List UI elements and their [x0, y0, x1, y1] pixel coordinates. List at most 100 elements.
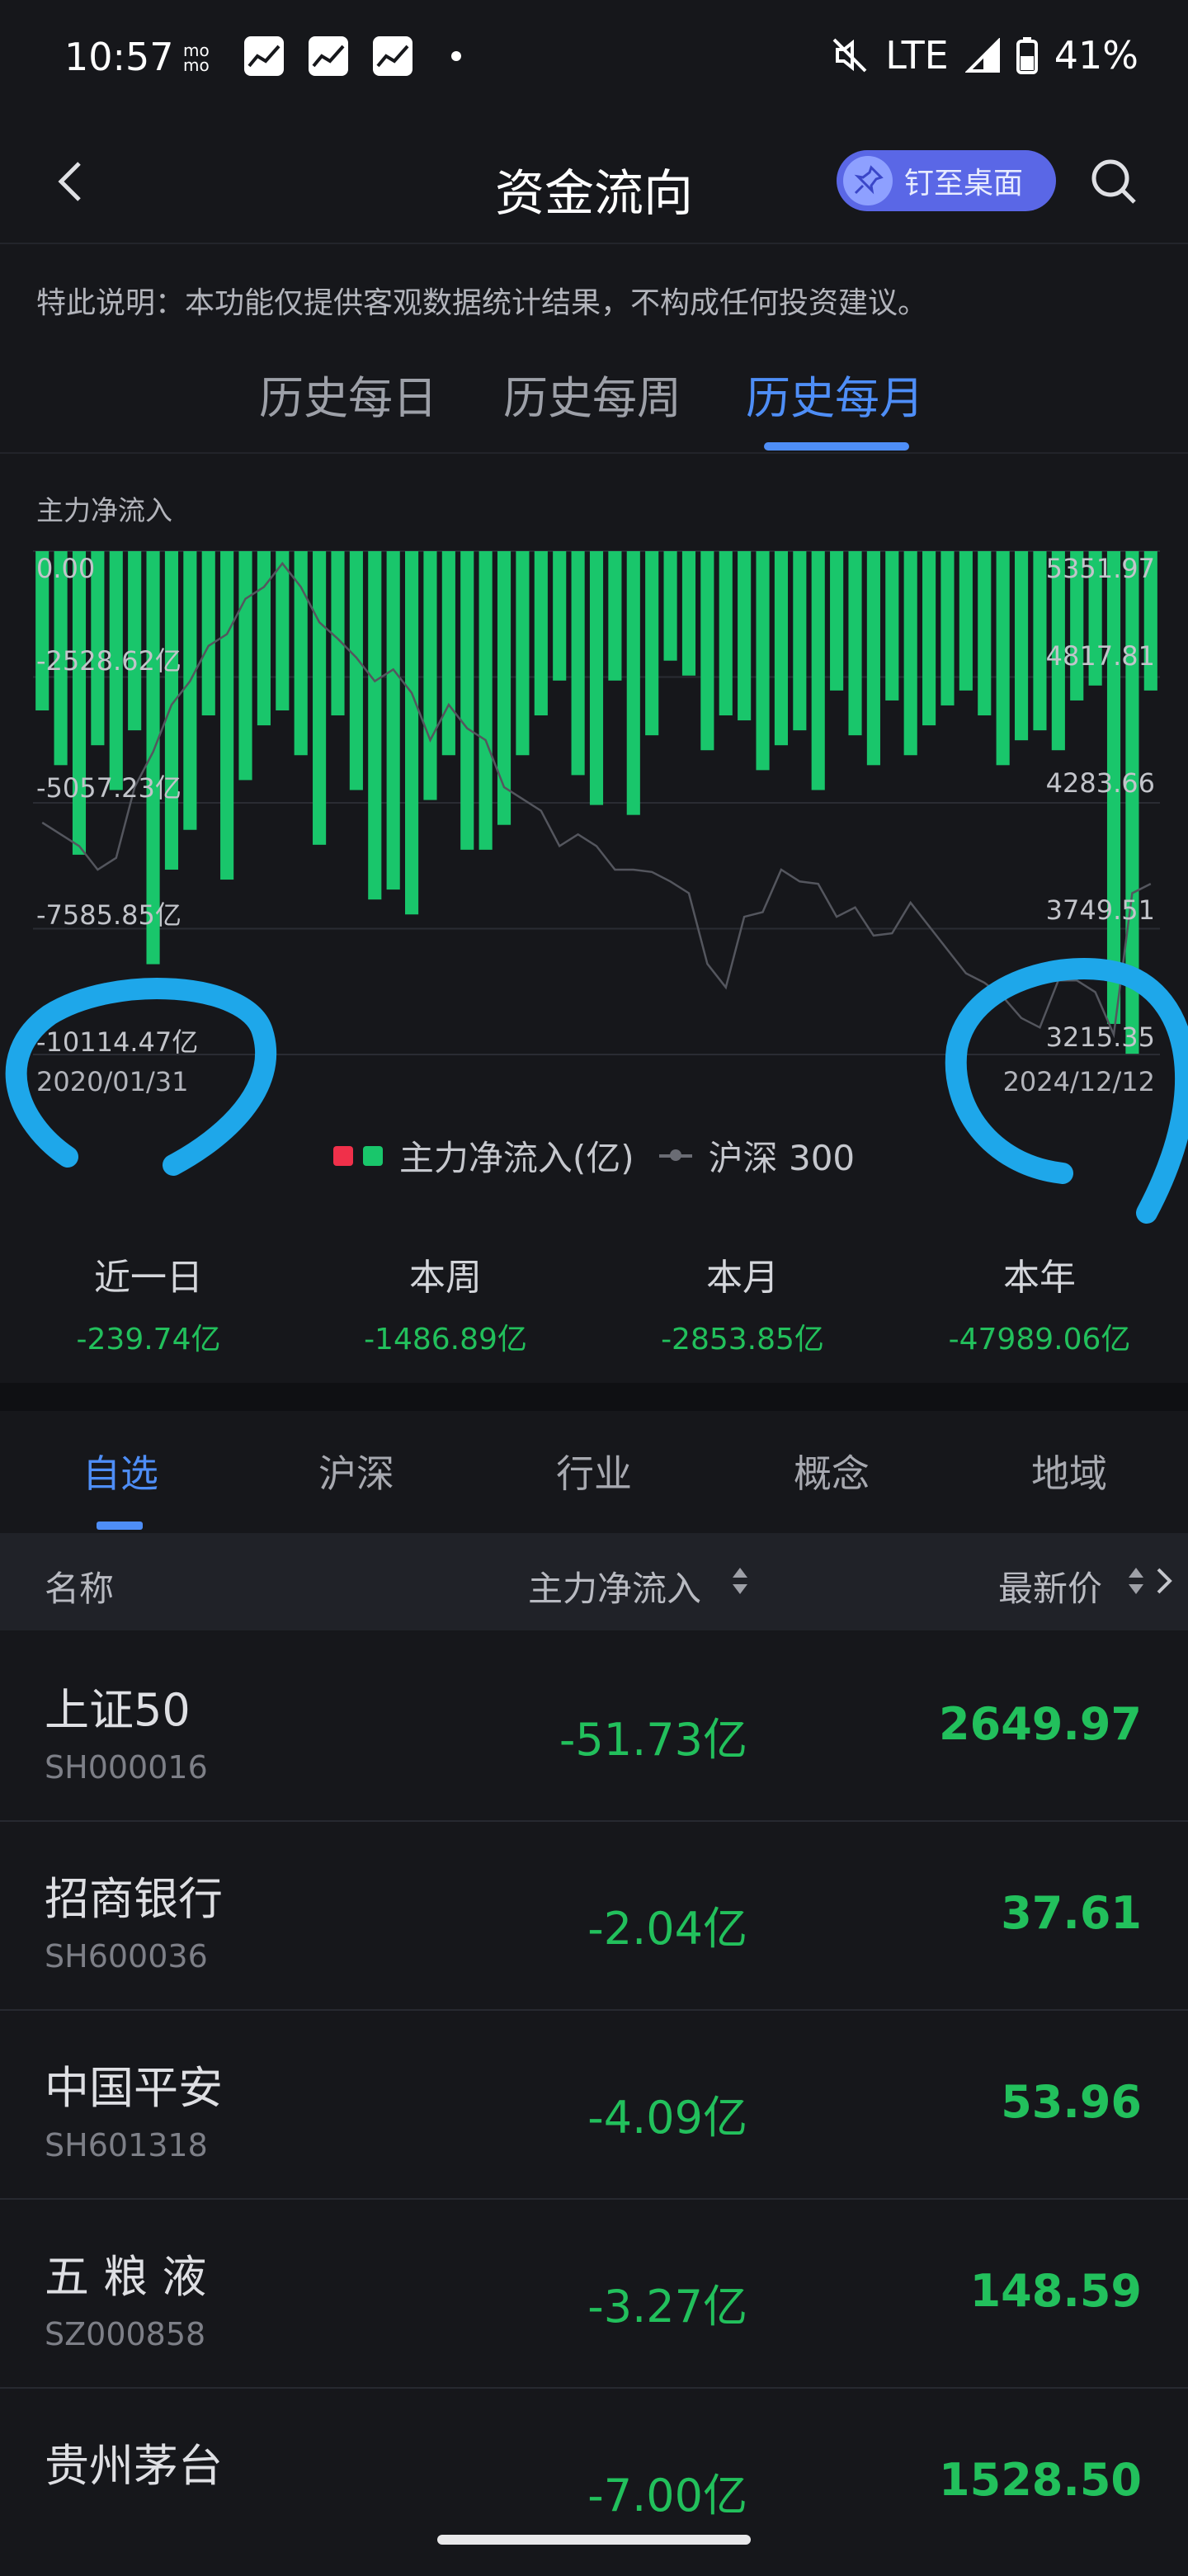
outflow-legend-swatch [362, 1145, 383, 1166]
tab-concept[interactable]: 概念 [741, 1444, 922, 1498]
row-name: 中国平安 [45, 2062, 223, 2114]
row-name: 贵州茅台 [45, 2440, 223, 2492]
flow-bar [866, 551, 880, 766]
row-price: 37.61 [1001, 1887, 1142, 1939]
flow-bar [959, 551, 973, 691]
flow-bar [405, 551, 419, 915]
flow-bar [516, 551, 530, 756]
flow-bar [885, 551, 899, 701]
column-header-name: 名称 [45, 1569, 115, 1609]
table-row[interactable]: 五 粮 液 SZ000858 -3.27亿 148.59 [0, 2199, 1188, 2389]
divider [0, 452, 1188, 454]
tab-history-monthly[interactable]: 历史每月 [746, 361, 924, 427]
summary-label-day: 近一日 [94, 1257, 203, 1299]
chevron-right-icon[interactable] [1152, 1564, 1176, 1601]
flow-bar [922, 551, 936, 726]
flow-bar [700, 551, 714, 751]
mo-icon: mo mo [182, 38, 226, 74]
summary-value-week: -1486.89亿 [364, 1323, 527, 1356]
search-icon[interactable] [1089, 157, 1138, 206]
flow-bar [626, 551, 640, 815]
stock-app-icon [307, 36, 350, 76]
right-axis-tick: 3215.35 [1045, 1021, 1155, 1053]
summary-value-month: -2853.85亿 [661, 1323, 824, 1356]
flow-bar [1014, 551, 1029, 741]
svg-text:mo: mo [183, 55, 210, 74]
fund-flow-chart[interactable] [33, 545, 1160, 1056]
flow-bar [478, 551, 493, 850]
flow-bar [978, 551, 992, 716]
row-price: 53.96 [1001, 2076, 1142, 2128]
flow-bar [164, 551, 179, 870]
flow-bar [645, 551, 659, 736]
row-flow: -51.73亿 [559, 1714, 747, 1766]
summary-label-month: 本月 [706, 1257, 779, 1299]
flow-bar [719, 551, 733, 716]
table-row[interactable]: 招商银行 SH600036 -2.04亿 37.61 [0, 1821, 1188, 2011]
table-row[interactable]: 中国平安 SH601318 -4.09亿 53.96 [0, 2010, 1188, 2200]
row-code: SH600036 [45, 1938, 208, 1974]
tab-history-daily[interactable]: 历史每日 [259, 361, 437, 427]
tab-region[interactable]: 地域 [978, 1444, 1160, 1498]
network-label: LTE [885, 33, 949, 78]
flow-bar [848, 551, 862, 736]
flow-bar [903, 551, 917, 756]
flow-bar [349, 551, 363, 790]
row-price: 148.59 [969, 2265, 1142, 2317]
table-row[interactable]: 贵州茅台 -7.00亿 1528.50 [0, 2388, 1188, 2576]
flow-bar [257, 551, 271, 726]
flow-bar [940, 551, 955, 705]
left-axis-tick: -10114.47亿 [36, 1026, 199, 1058]
stock-app-icon [243, 36, 285, 76]
battery-icon [1016, 37, 1038, 74]
mute-icon [832, 38, 867, 73]
column-header-flow[interactable]: 主力净流入 [528, 1561, 701, 1611]
table-row[interactable]: 上证50 SH000016 -51.73亿 2649.97 [0, 1632, 1188, 1822]
tab-indicator [764, 442, 909, 451]
flow-bar [793, 551, 807, 731]
row-flow: -4.09亿 [587, 2092, 747, 2144]
flow-bar [201, 551, 215, 716]
tab-industry[interactable]: 行业 [503, 1444, 685, 1498]
tab-watchlist[interactable]: 自选 [30, 1444, 211, 1498]
flow-bar [220, 551, 234, 880]
summary-label-week: 本周 [409, 1257, 482, 1299]
flow-bar [681, 551, 696, 676]
pin-to-desktop-button[interactable]: 钉至桌面 [837, 150, 1056, 211]
flow-bar [386, 551, 400, 890]
left-axis-tick: -7585.85亿 [36, 899, 182, 931]
end-date: 2024/12/12 [1002, 1066, 1155, 1097]
legend-flow-label: 主力净流入(亿) [398, 1138, 634, 1178]
sort-icon[interactable] [1127, 1564, 1145, 1601]
flow-bar [571, 551, 585, 776]
tab-history-weekly[interactable]: 历史每周 [503, 361, 681, 427]
row-name: 招商银行 [45, 1873, 223, 1925]
left-axis-tick: 0.00 [36, 553, 96, 584]
status-right: LTE 41% [831, 33, 1138, 78]
right-axis-tick: 4283.66 [1045, 767, 1155, 799]
summary-value-day: -239.74亿 [76, 1323, 221, 1356]
flow-bar [72, 551, 87, 855]
flow-bar [368, 551, 382, 900]
left-axis-tick: -2528.62亿 [36, 645, 182, 677]
sort-icon[interactable] [731, 1564, 749, 1601]
row-price: 1528.50 [939, 2454, 1142, 2506]
right-axis-tick: 3749.51 [1045, 894, 1155, 926]
tab-shanghai-shenzhen[interactable]: 沪深 [266, 1444, 447, 1498]
row-name: 五 粮 液 [45, 2251, 207, 2303]
row-flow: -3.27亿 [587, 2281, 747, 2333]
right-axis-tick: 5351.97 [1045, 553, 1155, 584]
flow-bar [460, 551, 474, 850]
home-indicator[interactable] [437, 2535, 751, 2545]
legend-index-label: 沪深 300 [708, 1138, 856, 1178]
inflow-legend-swatch [332, 1145, 353, 1166]
left-axis-tick: -5057.23亿 [36, 772, 182, 804]
flow-bar [811, 551, 825, 790]
pin-label: 钉至桌面 [904, 167, 1024, 201]
index-legend-swatch [658, 1149, 692, 1161]
row-flow: -2.04亿 [587, 1903, 747, 1955]
flow-bar [663, 551, 677, 661]
row-price: 2649.97 [939, 1698, 1142, 1750]
column-header-price[interactable]: 最新价 [998, 1561, 1102, 1611]
flow-bar [497, 551, 512, 825]
